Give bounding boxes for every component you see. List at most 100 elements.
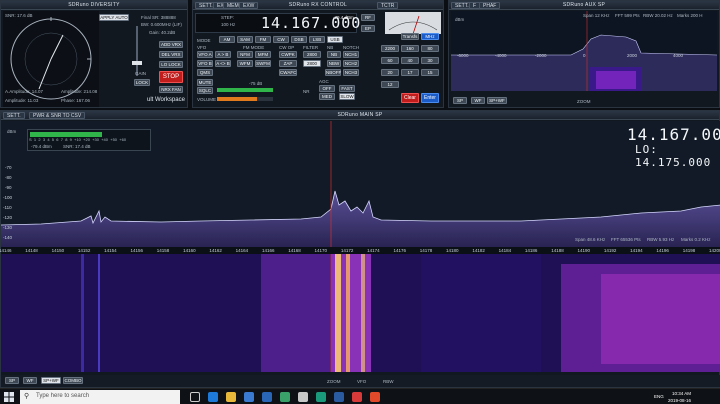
mode-fm[interactable]: FM (255, 36, 271, 43)
main-rbw-button[interactable]: RBW (383, 379, 394, 384)
wfm-button[interactable]: WFM (237, 60, 253, 67)
nrx-fan-button[interactable]: NRX FAN (159, 86, 183, 93)
main-tab-sett[interactable]: SETT. (3, 112, 25, 119)
zap-button[interactable]: ZAP (279, 60, 297, 67)
agc-med-button[interactable]: MED (319, 93, 335, 100)
step-value[interactable]: 100 Hz (221, 22, 235, 27)
nb-button[interactable]: NB (327, 51, 341, 58)
file-explorer-icon[interactable] (226, 392, 236, 402)
nch2-button[interactable]: NCH2 (343, 60, 359, 67)
squelch-bar[interactable] (217, 88, 273, 92)
mode-lsb[interactable]: LSB (309, 36, 325, 43)
a-swap-b-button[interactable]: A <> B (215, 60, 231, 67)
mode-dsb[interactable]: DSB (291, 36, 307, 43)
nch3-button[interactable]: NCH3 (343, 69, 359, 76)
key-160[interactable]: 160 (401, 45, 419, 52)
main-combo-button[interactable]: COMBO (63, 377, 83, 384)
key-12[interactable]: 12 (381, 81, 399, 88)
main-zoom[interactable]: ZOOM (327, 379, 341, 384)
gain-slider-handle[interactable] (132, 61, 142, 65)
app-icon[interactable] (298, 392, 308, 402)
mfm-button[interactable]: MFM (255, 51, 271, 58)
app-icon[interactable] (316, 392, 326, 402)
app-icon[interactable] (352, 392, 362, 402)
clear-button[interactable]: Clear (401, 93, 419, 103)
aux-plot[interactable] (451, 11, 717, 91)
language-indicator[interactable]: ENG (654, 394, 664, 399)
filter-2800b-button[interactable]: 2800 (303, 60, 321, 67)
volume-bar[interactable] (217, 97, 273, 101)
nch1-button[interactable]: NCH1 (343, 51, 359, 58)
a-to-b-button[interactable]: A > B (215, 51, 231, 58)
key-60[interactable]: 60 (381, 57, 399, 64)
transfs-button[interactable]: Transfs (401, 33, 419, 40)
swfm-button[interactable]: SWFM (255, 60, 271, 67)
clock-time[interactable]: 10:34 AM (672, 391, 691, 396)
clock-date[interactable]: 2019-08-16 (668, 398, 691, 403)
del-vrx-button[interactable]: DEL VRX (159, 51, 183, 58)
agc-slow-button[interactable]: SLOW (339, 93, 355, 100)
stop-button[interactable]: STOP (159, 71, 183, 83)
key-30[interactable]: 30 (421, 57, 439, 64)
main-sp-button[interactable]: SP (5, 377, 19, 384)
cwpk-button[interactable]: CWPK (279, 51, 297, 58)
main-waterfall[interactable] (1, 254, 720, 372)
store-icon[interactable] (244, 392, 254, 402)
meter-scale-7: 7 (60, 137, 63, 142)
windows-taskbar: ⚲ Type here to search ENG 10:34 AM 2019-… (0, 388, 720, 404)
agc-off-button[interactable]: OFF (319, 85, 335, 92)
sqlc-button[interactable]: SQLC (197, 87, 213, 94)
x-tick: 14148 (25, 248, 38, 253)
vfo-a-button[interactable]: VFO A (197, 51, 213, 58)
aux-wf-button[interactable]: WF (471, 97, 485, 104)
taskbar-search[interactable]: ⚲ Type here to search (20, 390, 180, 404)
main-wf-button[interactable]: WF (23, 377, 37, 384)
rx-side-ep-button[interactable]: EP (361, 25, 375, 32)
mode-sam[interactable]: SAM (237, 36, 253, 43)
sdruno-icon[interactable] (334, 392, 344, 402)
enter-button[interactable]: Enter (421, 93, 439, 103)
main-spwf-button[interactable]: SP+WF (41, 377, 61, 384)
key-15[interactable]: 15 (421, 69, 439, 76)
taskbar-search-placeholder: Type here to search (36, 393, 90, 399)
add-vrx-button[interactable]: ADD VRX (159, 41, 183, 48)
rx-side-rf-button[interactable]: RF (361, 14, 375, 21)
key-40[interactable]: 40 (401, 57, 419, 64)
mode-am[interactable]: AM (219, 36, 235, 43)
task-view-icon[interactable] (190, 392, 200, 402)
fm-mode-header: FM MODE (243, 45, 265, 50)
qms-button[interactable]: QMS (197, 69, 213, 76)
key-17[interactable]: 17 (401, 69, 419, 76)
start-button[interactable] (4, 392, 14, 402)
main-vfo[interactable]: VFO (357, 379, 366, 384)
filter-2800-button[interactable]: 2800 (303, 51, 321, 58)
tab-tctr[interactable]: TCTR (377, 2, 399, 9)
nfm-button[interactable]: NFM (237, 51, 253, 58)
nbw-button[interactable]: NBW (327, 60, 341, 67)
nboff-button[interactable]: NBOFF (325, 69, 341, 76)
mhz-button[interactable]: MHz (421, 33, 439, 40)
mode-cw[interactable]: CW (273, 36, 289, 43)
aux-spwf-button[interactable]: SP+WF (487, 97, 507, 104)
aux-zoom[interactable]: ZOOM (577, 99, 591, 104)
key-2200[interactable]: 2200 (381, 45, 399, 52)
aux-sp-button[interactable]: SP (453, 97, 467, 104)
mail-icon[interactable] (262, 392, 272, 402)
mute-button[interactable]: MUTE (197, 79, 213, 86)
edge-icon[interactable] (208, 392, 218, 402)
app-icon[interactable] (280, 392, 290, 402)
lo-lock-button[interactable]: LO LOCK (159, 61, 183, 68)
apply-auto-button[interactable]: APPLY AUTO (99, 14, 129, 21)
aux-tab-phaf[interactable]: PHAF (479, 2, 501, 9)
app-icon[interactable] (370, 392, 380, 402)
lock-button[interactable]: LOCK (134, 79, 150, 86)
mode-usb[interactable]: USB (327, 36, 343, 43)
key-20[interactable]: 20 (381, 69, 399, 76)
pwr-csv-button[interactable]: PWR & SNR TO CSV (29, 112, 86, 119)
gain-slider-track[interactable] (136, 26, 138, 76)
vfo-b-button[interactable]: VFO B (197, 60, 213, 67)
key-80[interactable]: 80 (421, 45, 439, 52)
tab-exw[interactable]: EXW (239, 2, 259, 9)
agc-fast-button[interactable]: FAST (339, 85, 355, 92)
cwafc-button[interactable]: CWAFC (279, 69, 297, 76)
